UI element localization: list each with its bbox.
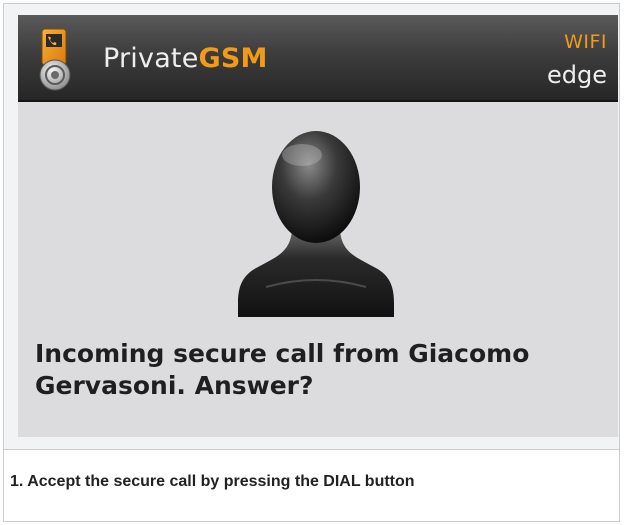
phone-lock-icon <box>39 28 71 91</box>
screenshot-cell: PrivateGSM WIFI edge Incoming secure cal… <box>4 4 619 449</box>
network-wifi-label: WIFI <box>564 31 607 53</box>
app-title-bar: PrivateGSM WIFI edge <box>18 15 618 102</box>
contact-silhouette-icon <box>238 131 394 317</box>
app-title: PrivateGSM <box>103 43 268 74</box>
step-caption: 1. Accept the secure call by pressing th… <box>10 473 415 490</box>
app-title-prefix: Private <box>103 43 199 74</box>
network-edge-label: edge <box>547 61 607 89</box>
phone-screen: PrivateGSM WIFI edge Incoming secure cal… <box>18 15 618 437</box>
app-title-brand: GSM <box>198 43 268 74</box>
doc-table: PrivateGSM WIFI edge Incoming secure cal… <box>3 3 620 522</box>
incoming-call-message: Incoming secure call from Giacomo Gervas… <box>35 339 530 400</box>
caption-cell: 1. Accept the secure call by pressing th… <box>4 450 619 521</box>
